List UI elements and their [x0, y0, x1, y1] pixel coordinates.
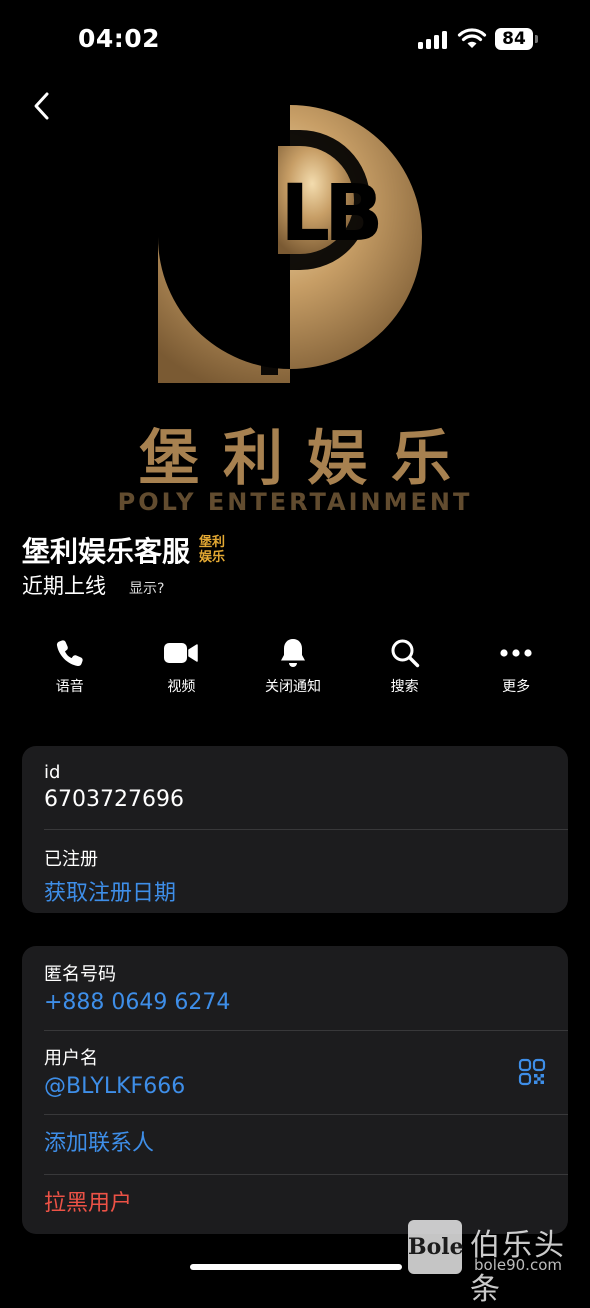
block-user-button[interactable]: 拉黑用户	[44, 1191, 132, 1216]
anonymous-number-row[interactable]: 匿名号码 +888 0649 6274	[22, 946, 568, 1030]
add-contact-row[interactable]: 添加联系人	[22, 1114, 568, 1174]
brand-subtitle: POLY ENTERTAINMENT	[117, 488, 473, 516]
wifi-icon	[457, 28, 487, 48]
battery-indicator: 84	[495, 28, 533, 50]
profile-cover: LB 堡利娱乐 POLY ENTERTAINMENT	[0, 90, 590, 530]
status-bar: 04:02 84	[0, 0, 590, 80]
id-row[interactable]: id 6703727696	[22, 746, 568, 829]
brand-title: 堡利娱乐	[139, 424, 475, 494]
cellular-signal-icon	[418, 31, 448, 49]
username-label: 用户名	[44, 1048, 98, 1069]
qr-code-icon[interactable]	[518, 1058, 546, 1086]
anonymous-number-label: 匿名号码	[44, 964, 116, 985]
more-icon	[500, 649, 532, 657]
brand-logo-image: LB	[158, 105, 422, 383]
username-row[interactable]: 用户名 @BLYLKF666	[22, 1030, 568, 1114]
profile-name: 堡利娱乐客服	[22, 535, 191, 568]
search-button[interactable]: 搜索	[349, 636, 461, 696]
video-icon	[164, 643, 199, 663]
home-indicator[interactable]	[190, 1264, 402, 1270]
watermark: Bole 伯乐头条 bole90.com	[408, 1220, 588, 1307]
registered-label: 已注册	[44, 849, 98, 870]
info-card: id 6703727696 已注册 获取注册日期	[22, 746, 568, 913]
mute-notifications-button[interactable]: 关闭通知	[237, 636, 349, 696]
username-value[interactable]: @BLYLKF666	[44, 1074, 546, 1099]
registered-row[interactable]: 已注册 获取注册日期	[22, 829, 568, 913]
contact-card: 匿名号码 +888 0649 6274 用户名 @BLYLKF666 添加联系人…	[22, 946, 568, 1234]
last-seen-status: 近期上线	[22, 574, 106, 598]
id-label: id	[44, 762, 61, 783]
search-icon	[391, 639, 419, 668]
show-last-seen-link[interactable]: 显示?	[129, 578, 164, 598]
logo-lettering: LB	[280, 169, 378, 259]
profile-name-row: 堡利娱乐客服 堡利 娱乐	[22, 530, 225, 570]
more-button[interactable]: 更多	[460, 636, 572, 696]
add-contact-button[interactable]: 添加联系人	[44, 1131, 154, 1156]
phone-icon	[56, 640, 83, 667]
anonymous-number-value[interactable]: +888 0649 6274	[44, 990, 546, 1015]
bell-icon	[280, 639, 305, 667]
profile-status-row: 近期上线 显示?	[22, 570, 164, 600]
get-registration-date-link[interactable]: 获取注册日期	[44, 875, 546, 907]
status-time: 04:02	[78, 24, 161, 53]
battery-nub	[535, 35, 538, 43]
video-button[interactable]: 视频	[126, 636, 238, 696]
action-bar: 语音 视频 关闭通知 搜索 更多	[14, 636, 572, 696]
watermark-url: bole90.com	[474, 1256, 562, 1274]
profile-name-badge: 堡利 娱乐	[199, 535, 226, 565]
call-button[interactable]: 语音	[14, 636, 126, 696]
watermark-logo: Bole	[408, 1220, 464, 1274]
id-value: 6703727696	[44, 787, 184, 812]
